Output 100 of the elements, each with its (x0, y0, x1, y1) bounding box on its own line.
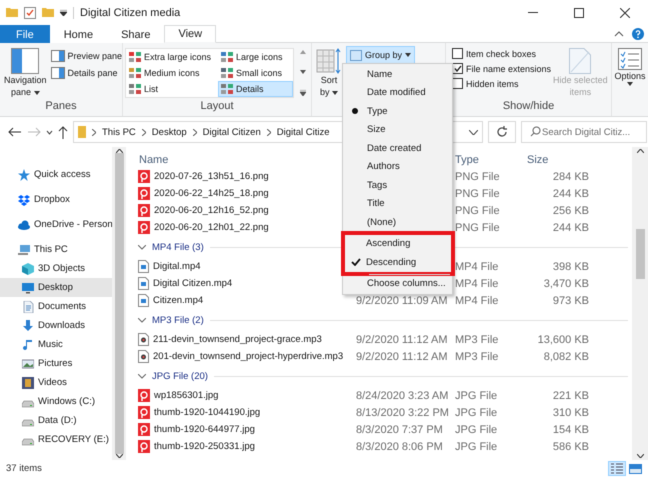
group-label: Panes (44, 100, 78, 114)
sidebar-item[interactable]: Pictures (0, 354, 112, 373)
caret-icon (627, 82, 633, 86)
up-icon[interactable] (58, 126, 68, 138)
scroll-down-icon[interactable] (636, 454, 644, 458)
sidebar-item[interactable]: RECOVERY (E:) (0, 430, 112, 449)
video-file-icon (138, 260, 149, 273)
expand-gallery-icon[interactable] (300, 90, 306, 96)
maximize-icon[interactable] (574, 8, 584, 18)
scrollbar[interactable] (632, 147, 648, 460)
sidebar-item[interactable]: Documents (0, 297, 112, 316)
sidebar-item[interactable]: Data (D:) (0, 411, 112, 430)
scroll-up-icon[interactable] (636, 149, 644, 153)
menu-item[interactable]: Descending (345, 253, 451, 272)
layout-icon (129, 68, 141, 78)
folder-icon (78, 126, 86, 138)
recent-locations-icon[interactable] (46, 130, 53, 134)
sidebar-item[interactable]: Music (0, 335, 112, 354)
navigation-pane-button[interactable]: Navigation pane (2, 46, 49, 100)
ribbon-tab[interactable]: File (0, 25, 50, 43)
checkbox[interactable]: Hidden items (452, 78, 552, 89)
details-view-button[interactable] (608, 461, 626, 476)
layout-icon (129, 84, 141, 94)
sidebar-item[interactable]: OneDrive - Person (0, 215, 112, 234)
breadcrumb[interactable]: Digital Citizen (202, 126, 261, 138)
menu-item[interactable]: Type (343, 102, 452, 120)
menu-item[interactable]: Date modified (343, 84, 452, 102)
scroll-thumb[interactable] (114, 153, 124, 454)
checkbox[interactable]: Item check boxes (452, 48, 552, 59)
sidebar-item[interactable]: Quick access (0, 165, 112, 184)
breadcrumb[interactable]: Desktop (152, 126, 187, 138)
sidebar-item[interactable]: This PC (0, 240, 112, 259)
refresh-button[interactable] (488, 121, 516, 143)
file-name: 2020-07-26_13h51_16.png (154, 171, 269, 182)
caret-icon (332, 91, 338, 95)
column-header[interactable]: Type (455, 154, 527, 166)
sidebar-item[interactable]: Windows (C:) (0, 392, 112, 411)
type-cell-text: JPG File (455, 406, 498, 418)
large-icons-view-button[interactable] (626, 461, 644, 476)
help-icon[interactable] (632, 28, 644, 40)
close-icon[interactable] (620, 8, 630, 18)
star-icon (18, 168, 30, 180)
scroll-down-icon[interactable] (300, 70, 306, 74)
group-by-button[interactable]: Group by (346, 46, 416, 64)
breadcrumb[interactable]: This PC (102, 126, 136, 138)
menu-item[interactable]: Title (343, 194, 452, 213)
size-cell-text: 13,600 KB (536, 334, 589, 346)
image-file-icon (138, 406, 150, 419)
scroll-thumb[interactable] (636, 229, 644, 279)
type-cell-text: JPG File (455, 390, 498, 402)
file-name: thumb-1920-1044190.jpg (154, 407, 260, 418)
menu-item[interactable]: Name (343, 65, 452, 84)
layout-option[interactable]: Details (218, 81, 293, 97)
sort-by-button[interactable]: Sort by (314, 46, 344, 116)
menu-item[interactable]: Choose columns... (343, 274, 452, 293)
layout-option[interactable]: Small icons (218, 65, 293, 81)
layout-option[interactable]: List (126, 81, 218, 97)
chevron-icon (92, 128, 96, 136)
sidebar-item[interactable]: Desktop (0, 278, 112, 297)
layout-option[interactable]: Medium icons (126, 65, 218, 81)
layout-option[interactable]: Extra large icons (126, 49, 218, 65)
type-cell-text: MP4 File (455, 278, 500, 290)
scroll-down-icon[interactable] (116, 454, 122, 458)
menu-item[interactable]: (None) (343, 213, 452, 232)
sidebar-item[interactable]: Dropbox (0, 190, 112, 209)
ribbon-tab[interactable]: Home (50, 25, 108, 43)
menu-item[interactable]: Size (343, 120, 452, 139)
type-cell-text: MP4 File (455, 260, 500, 272)
details-pane-button[interactable]: Details pane (50, 67, 122, 79)
dropdown-icon[interactable] (60, 10, 67, 16)
ribbon-tab[interactable]: Share (107, 25, 164, 43)
ribbon-tab[interactable]: View (164, 25, 216, 43)
date-cell-text: 9/2/2020 11:12 AM (356, 334, 449, 346)
menu-item[interactable]: Authors (343, 158, 452, 176)
collapse-ribbon-icon[interactable] (614, 30, 624, 36)
item-count: 37 items (6, 463, 42, 474)
scrollbar[interactable] (112, 147, 126, 460)
menu-item[interactable]: Tags (343, 176, 452, 194)
file-name: Digital.mp4 (153, 261, 201, 272)
breadcrumb[interactable]: Digital Citize (276, 126, 330, 138)
options-button[interactable]: Options (614, 46, 646, 88)
size-cell-text: 284 KB (552, 170, 589, 182)
group-header[interactable]: JPG File (20) (138, 365, 632, 387)
back-icon[interactable] (8, 127, 22, 137)
date-cell-text: 8/13/2020 3:22 PM (356, 406, 450, 418)
column-header[interactable]: Size (527, 154, 589, 166)
preview-pane-button[interactable]: Preview pane (50, 50, 122, 62)
hide-page-icon (569, 48, 592, 74)
layout-option[interactable]: Large icons (218, 49, 293, 65)
search-field[interactable]: Search Digital Citiz... (521, 121, 647, 143)
sidebar-item[interactable]: Videos (0, 373, 112, 392)
group-header[interactable]: MP3 File (2) (138, 309, 632, 331)
scroll-up-icon[interactable] (116, 149, 122, 153)
sidebar-item[interactable]: 3D Objects (0, 259, 112, 278)
sidebar-item[interactable]: Downloads (0, 316, 112, 335)
dropbox-icon (18, 194, 30, 206)
dropdown-icon[interactable] (469, 130, 478, 134)
menu-item[interactable]: Ascending (345, 234, 451, 253)
type-cell-text: PNG File (455, 204, 501, 216)
properties-icon[interactable] (24, 6, 36, 18)
